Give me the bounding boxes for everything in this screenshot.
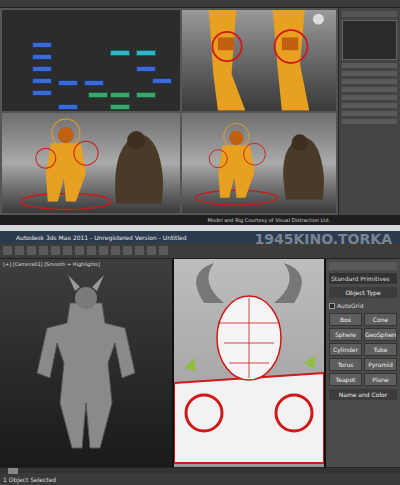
dropdown[interactable]: Standard Primitives [329,273,397,284]
tool-icon[interactable] [159,246,168,255]
schematic-node[interactable] [32,78,52,84]
caption: Model and Rig Courtesy of Visual Distrac… [208,218,330,223]
tool-icon[interactable] [111,246,120,255]
panel-row [342,79,397,84]
panel-row [342,87,397,92]
object-type-buttons: BoxConeSphereGeoSphereCylinderTubeTorusP… [329,313,397,386]
schematic-node[interactable] [152,78,172,84]
viewport[interactable] [182,10,336,111]
object-button[interactable]: Pyramid [364,358,397,371]
object-button[interactable]: Plane [364,373,397,386]
panel-row [342,111,397,116]
schematic-node[interactable] [110,50,130,56]
tool-icon[interactable] [99,246,108,255]
wireframe-head-icon [174,259,324,467]
tool-icon[interactable] [75,246,84,255]
schematic-node[interactable] [58,80,78,86]
robot-and-bear-icon [182,113,336,214]
time-slider-thumb [8,468,18,474]
schematic-node[interactable] [32,90,52,96]
schematic-node[interactable] [58,104,78,110]
schematic-node[interactable] [32,66,52,72]
tool-icon[interactable] [15,246,24,255]
tool-icon[interactable] [51,246,60,255]
panel-tabs [342,11,397,17]
autogrid-checkbox[interactable] [329,303,335,309]
robot-closeup-icon [182,10,336,111]
bottom-window: Autodesk 3ds Max 2011 - Unregistered Ver… [0,231,400,485]
section-header: Object Type [329,287,397,298]
schematic-node[interactable] [84,80,104,86]
watermark: 1945KINO.TORKA [254,229,392,250]
object-button[interactable]: Cylinder [329,343,362,356]
schematic-view[interactable] [2,10,180,111]
object-button[interactable]: Tube [364,343,397,356]
panel-row [342,71,397,76]
panel-row [342,103,397,108]
schematic-node[interactable] [136,66,156,72]
object-button[interactable]: Torus [329,358,362,371]
tool-icon[interactable] [147,246,156,255]
autogrid-row: AutoGrid [329,301,397,310]
panel-row [342,63,397,68]
viewport[interactable]: [+] [Camera01] [Smooth + Highlights] [0,259,172,467]
menu-bar [0,0,400,8]
armored-knight-icon [0,259,172,467]
panel-row [342,95,397,100]
schematic-node[interactable] [110,104,130,110]
status-bar: 1 Object Selected [0,473,400,485]
tool-icon[interactable] [27,246,36,255]
tool-icon[interactable] [87,246,96,255]
list-box [342,20,397,60]
viewport[interactable] [174,259,324,467]
viewport[interactable] [2,113,180,214]
command-panel [338,8,400,215]
tool-icon[interactable] [39,246,48,255]
viewport[interactable] [182,113,336,214]
panel-row [342,119,397,124]
schematic-node[interactable] [88,92,108,98]
tool-icon[interactable] [135,246,144,255]
panel-tabs [329,262,397,270]
schematic-node[interactable] [110,92,130,98]
tool-icon[interactable] [123,246,132,255]
schematic-node[interactable] [32,54,52,60]
section-header: Name and Color [329,389,397,400]
schematic-node[interactable] [136,50,156,56]
schematic-node[interactable] [32,42,52,48]
object-button[interactable]: Sphere [329,328,362,341]
command-panel: Standard Primitives Object Type AutoGrid Bo… [326,259,400,467]
tool-icon[interactable] [3,246,12,255]
object-button[interactable]: Teapot [329,373,362,386]
object-button[interactable]: GeoSphere [364,328,397,341]
object-button[interactable]: Cone [364,313,397,326]
robot-and-bear-icon [2,113,180,214]
top-window: Model and Rig Courtesy of Visual Distrac… [0,0,400,225]
object-button[interactable]: Box [329,313,362,326]
tool-icon[interactable] [63,246,72,255]
schematic-node[interactable] [136,92,156,98]
time-slider-track[interactable] [0,467,400,473]
